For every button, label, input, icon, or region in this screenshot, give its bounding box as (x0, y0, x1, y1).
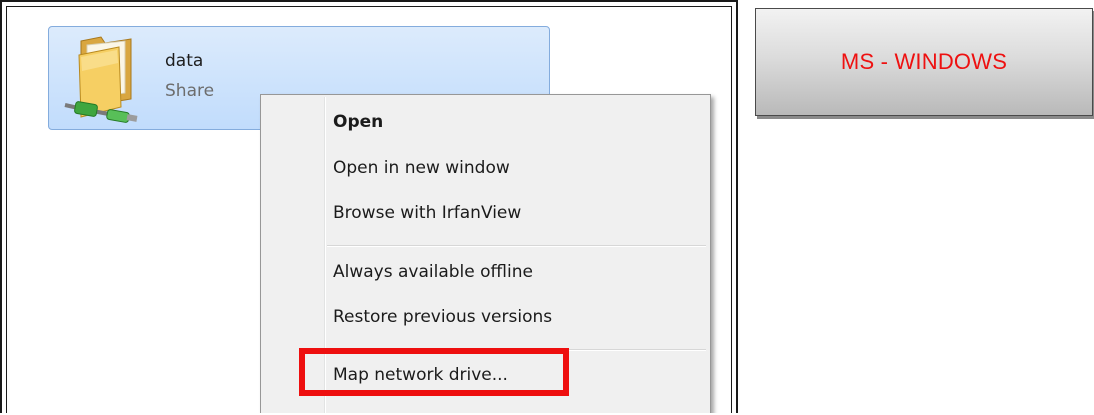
menu-item-open[interactable]: Open (333, 112, 383, 132)
network-share-folder-icon (64, 36, 138, 123)
menu-item-browse-irfanview[interactable]: Browse with IrfanView (333, 203, 521, 223)
menu-item-open-new-window[interactable]: Open in new window (333, 158, 510, 178)
share-type-label: Share (165, 81, 215, 101)
menu-item-always-offline[interactable]: Always available offline (333, 262, 533, 282)
menu-item-restore-versions[interactable]: Restore previous versions (333, 307, 552, 327)
os-label: MS - WINDOWS (840, 49, 1008, 74)
share-name: data (165, 51, 204, 71)
os-label-box: MS - WINDOWS (755, 8, 1093, 116)
menu-separator (327, 245, 706, 247)
explorer-window: data Share Open Open in new window Brows… (0, 0, 738, 413)
map-network-drive-highlight (299, 348, 569, 396)
